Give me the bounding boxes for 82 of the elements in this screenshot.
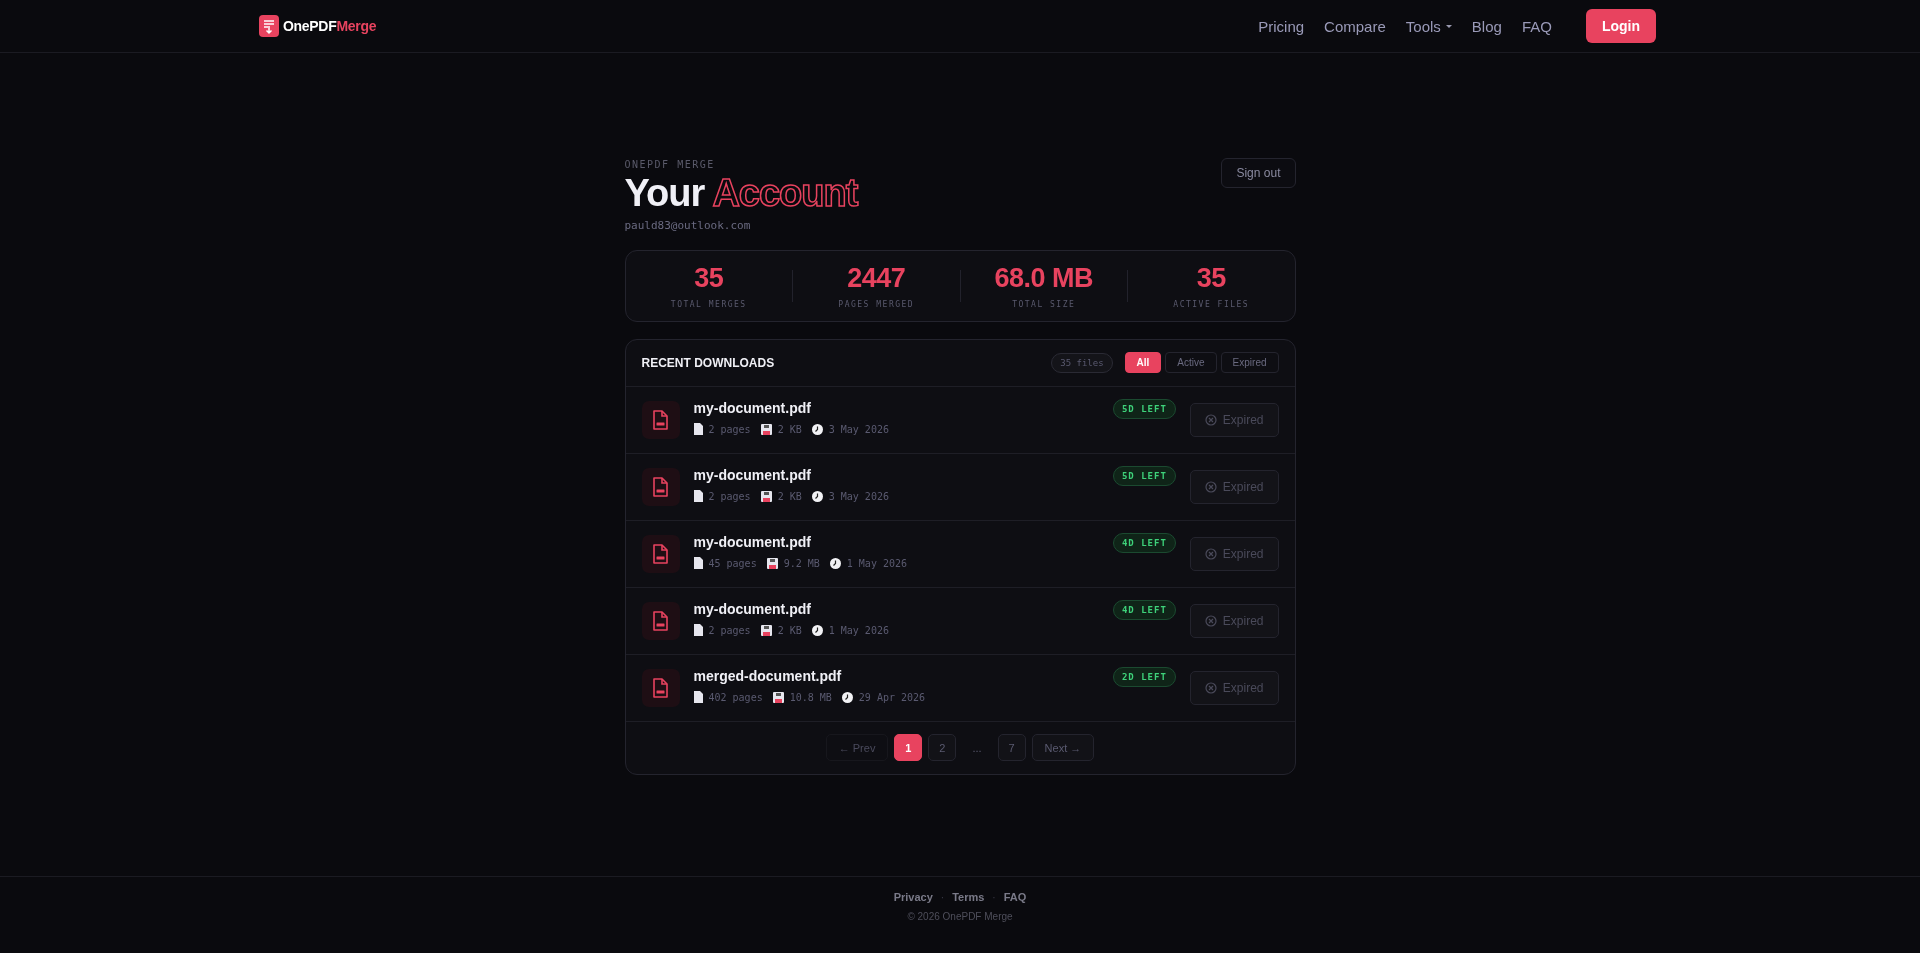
file-date: 29 Apr 2026 bbox=[858, 691, 926, 703]
filter-tab[interactable]: Expired bbox=[1220, 352, 1279, 374]
file-size: 2 KB bbox=[777, 624, 802, 636]
file-name: my-document.pdf bbox=[693, 601, 812, 618]
page-nav-button[interactable]: Next → bbox=[1031, 734, 1095, 762]
page-button[interactable]: 1 bbox=[894, 734, 923, 762]
pdf-file-icon bbox=[651, 476, 670, 497]
stat-value: 68.0 MB bbox=[993, 262, 1094, 294]
stat-value: 35 bbox=[1195, 262, 1227, 294]
days-left-badge: 2D LEFT bbox=[1112, 666, 1176, 687]
file-date: 1 May 2026 bbox=[846, 557, 907, 569]
page-count: 2 pages bbox=[708, 490, 751, 502]
pdf-file-icon bbox=[651, 677, 670, 698]
x-circle-icon bbox=[1204, 681, 1217, 694]
page-count: 402 pages bbox=[708, 691, 763, 703]
page-icon bbox=[693, 557, 703, 570]
pdf-file-icon bbox=[651, 409, 670, 430]
page-button[interactable]: 7 bbox=[997, 734, 1026, 762]
page-count: 2 pages bbox=[708, 624, 751, 636]
stat-label: PAGES MERGED bbox=[837, 299, 916, 309]
file-name: my-document.pdf bbox=[693, 400, 812, 417]
page-count: 2 pages bbox=[708, 423, 751, 435]
file-count-badge: 35 files bbox=[1051, 352, 1113, 373]
x-circle-icon bbox=[1204, 413, 1217, 426]
pdf-file-icon bbox=[651, 610, 670, 631]
clock-icon bbox=[841, 691, 853, 703]
x-circle-icon bbox=[1204, 614, 1217, 627]
nav-link[interactable]: Tools bbox=[1405, 17, 1452, 35]
file-date: 3 May 2026 bbox=[828, 423, 889, 435]
filter-tab[interactable]: Active bbox=[1165, 352, 1217, 374]
page-button[interactable]: 2 bbox=[928, 734, 957, 762]
file-size: 2 KB bbox=[777, 423, 802, 435]
days-left-badge: 4D LEFT bbox=[1112, 532, 1176, 553]
nav-link[interactable]: Blog bbox=[1471, 17, 1502, 35]
file-name: my-document.pdf bbox=[693, 467, 812, 484]
separator-dot: · bbox=[992, 891, 996, 903]
footer-link[interactable]: FAQ bbox=[1003, 891, 1027, 903]
file-date: 3 May 2026 bbox=[828, 490, 889, 502]
file-name: my-document.pdf bbox=[693, 534, 812, 551]
file-size: 9.2 MB bbox=[783, 557, 820, 569]
filter-tab[interactable]: All bbox=[1124, 352, 1162, 374]
clock-icon bbox=[829, 557, 841, 569]
x-circle-icon bbox=[1204, 480, 1217, 493]
nav-link[interactable]: FAQ bbox=[1521, 17, 1552, 35]
days-left-badge: 5D LEFT bbox=[1112, 465, 1176, 486]
page-icon bbox=[693, 490, 703, 503]
email-text: pauld83@outlook.com bbox=[624, 218, 752, 232]
stat-label: TOTAL MERGES bbox=[669, 299, 748, 309]
clock-icon bbox=[811, 624, 823, 636]
days-left-badge: 5D LEFT bbox=[1112, 398, 1176, 419]
stat-label: TOTAL SIZE bbox=[1011, 299, 1077, 309]
logo-icon bbox=[259, 15, 279, 37]
file-size: 2 KB bbox=[777, 490, 802, 502]
caret-icon bbox=[1445, 24, 1452, 28]
pdf-file-icon bbox=[651, 543, 670, 564]
stat-value: 35 bbox=[693, 262, 725, 294]
eyebrow-label: ONEPDF MERGE bbox=[624, 159, 716, 170]
file-date: 1 May 2026 bbox=[828, 624, 889, 636]
page-title: Your Account bbox=[624, 173, 858, 215]
separator-dot: · bbox=[940, 891, 945, 903]
file-name: merged-document.pdf bbox=[693, 668, 843, 685]
x-circle-icon bbox=[1204, 547, 1217, 560]
stat-label: ACTIVE FILES bbox=[1172, 299, 1251, 309]
page-icon bbox=[693, 691, 703, 704]
brand-name[interactable]: OnePDFMerge bbox=[283, 18, 377, 34]
footer-link[interactable]: Terms bbox=[952, 891, 985, 903]
sign-out-button[interactable]: Sign out bbox=[1221, 158, 1296, 188]
file-size: 10.8 MB bbox=[789, 691, 832, 703]
copyright-text: © 2026 OnePDF Merge bbox=[907, 911, 1013, 922]
login-button[interactable]: Login bbox=[1585, 9, 1656, 43]
days-left-badge: 4D LEFT bbox=[1112, 599, 1176, 620]
page-icon bbox=[693, 624, 703, 637]
clock-icon bbox=[811, 423, 823, 435]
page-icon bbox=[693, 423, 703, 436]
stat-value: 2447 bbox=[846, 262, 907, 294]
nav-link[interactable]: Compare bbox=[1324, 17, 1386, 35]
clock-icon bbox=[811, 490, 823, 502]
section-title: RECENT DOWNLOADS bbox=[641, 355, 775, 370]
page-count: 45 pages bbox=[708, 557, 757, 569]
ellipsis-text: ... bbox=[971, 741, 983, 754]
nav-link[interactable]: Pricing bbox=[1258, 17, 1305, 35]
footer-link[interactable]: Privacy bbox=[893, 891, 933, 903]
